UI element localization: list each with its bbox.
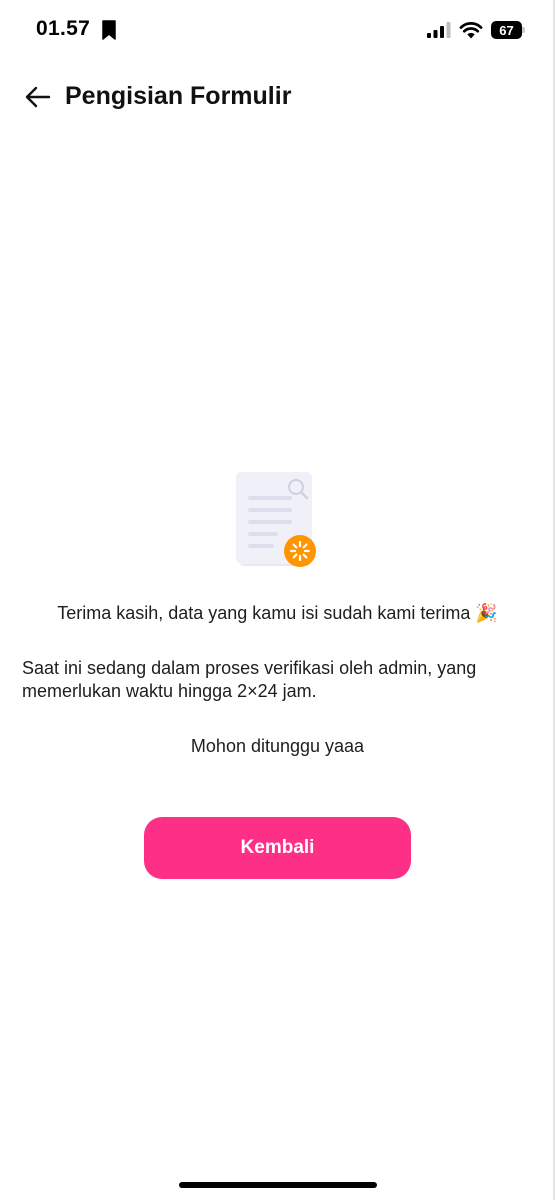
bookmark-icon xyxy=(102,20,116,40)
status-bar: 01.57 67 xyxy=(0,0,555,62)
battery-icon: 67 xyxy=(491,21,525,39)
document-pending-icon xyxy=(236,472,316,567)
kembali-button[interactable]: Kembali xyxy=(144,817,411,879)
thanks-message: Terima kasih, data yang kamu isi sudah k… xyxy=(57,603,498,623)
verification-message: Saat ini sedang dalam proses verifikasi … xyxy=(22,658,477,701)
app-bar: Pengisian Formulir xyxy=(0,62,555,132)
page-title: Pengisian Formulir xyxy=(65,82,292,110)
wait-message: Mohon ditunggu yaaa xyxy=(190,736,365,756)
battery-cap xyxy=(522,27,525,33)
wifi-icon xyxy=(459,21,483,39)
arrow-left-icon xyxy=(25,86,51,108)
home-indicator xyxy=(179,1182,377,1188)
back-button[interactable] xyxy=(20,79,56,115)
status-time: 01.57 xyxy=(36,17,91,40)
battery-level: 67 xyxy=(491,21,522,39)
signal-icon xyxy=(427,22,451,38)
